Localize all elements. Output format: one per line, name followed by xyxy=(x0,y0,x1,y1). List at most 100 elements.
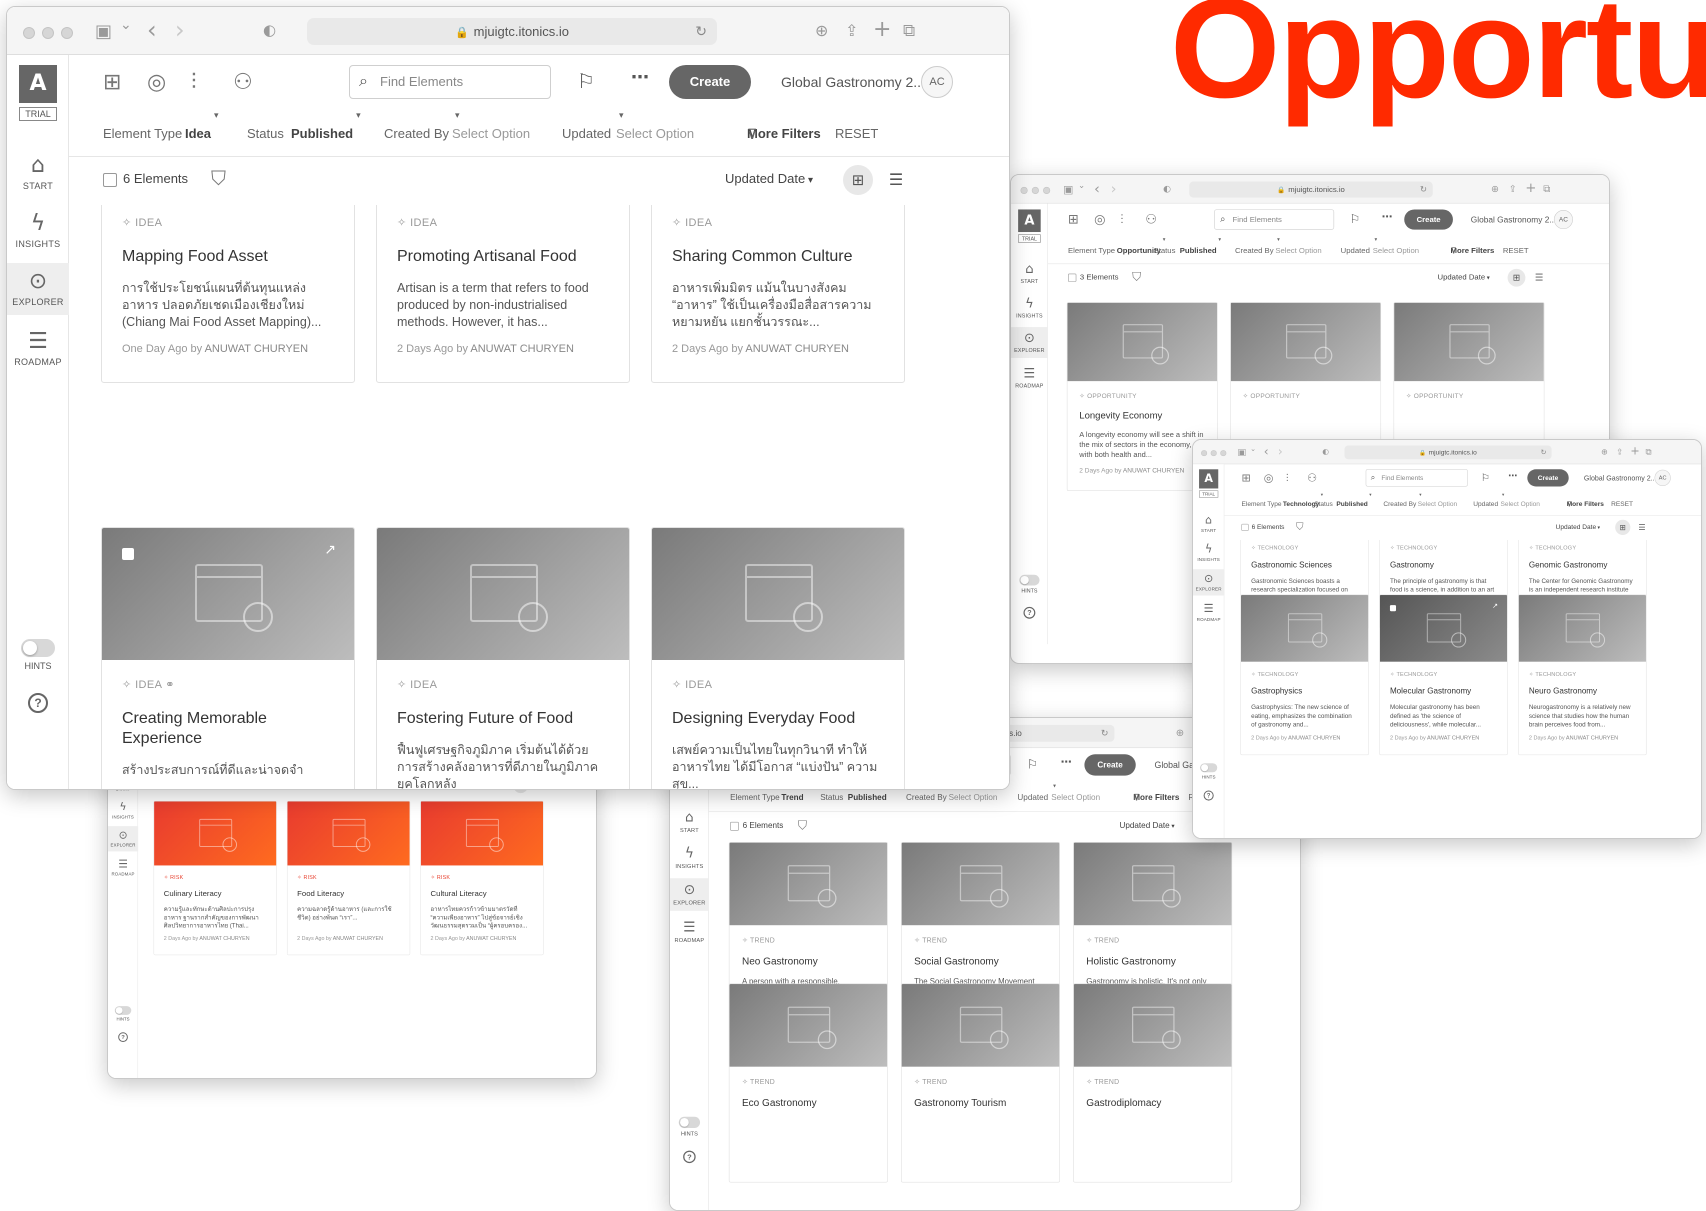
expand-icon[interactable]: ↗ xyxy=(324,542,336,558)
hints-toggle[interactable] xyxy=(678,1116,701,1129)
status-select[interactable]: Published▾ xyxy=(1180,237,1221,264)
app-logo[interactable]: A xyxy=(1199,469,1219,489)
window-controls[interactable] xyxy=(1020,186,1055,197)
element-card[interactable]: ✧ TREND Eco Gastronomy xyxy=(728,983,888,1183)
help-icon[interactable]: ? xyxy=(1203,790,1214,801)
card-title[interactable]: Gastrophysics xyxy=(1251,686,1358,696)
more-icon[interactable]: ⋯ xyxy=(1061,756,1072,769)
sidebar-item-start[interactable]: ⌂START xyxy=(1011,258,1048,289)
element-card[interactable]: ↗ ✧ TECHNOLOGY Molecular Gastronomy Molecul… xyxy=(1379,594,1508,756)
minimize-dot[interactable] xyxy=(1031,186,1039,195)
grid-view-icon[interactable]: ⊞ xyxy=(843,165,873,195)
element-card[interactable]: ✧ IDEA Promoting Artisanal Food Artisan is… xyxy=(376,205,630,383)
more-icon[interactable]: ⋯ xyxy=(631,67,649,88)
grid-view-icon[interactable]: ⊞ xyxy=(1507,268,1526,287)
more-filters-button[interactable]: ⊽ More Filters xyxy=(1567,493,1604,516)
share-icon[interactable]: ⇪ xyxy=(1616,447,1623,457)
grid-icon[interactable]: ⊞ xyxy=(1068,212,1079,227)
hints-toggle[interactable] xyxy=(1019,574,1040,586)
sidebar-icon[interactable]: ▣ xyxy=(1237,447,1246,458)
network-icon[interactable]: ⚇ xyxy=(1307,472,1317,485)
sidebar-item-explorer[interactable]: ⊙ EXPLORER xyxy=(1193,569,1225,596)
sidebar-item-roadmap[interactable]: ☰ ROADMAP xyxy=(1193,600,1224,626)
hints-toggle[interactable] xyxy=(21,639,55,657)
element-card[interactable]: ✧ RISK Food Literacy ความฉลาดรู้ด้านอาหาร … xyxy=(286,800,411,956)
chevron-down-icon[interactable]: ⌄ xyxy=(120,17,132,33)
avatar[interactable]: AC xyxy=(1654,469,1671,486)
chart-icon[interactable]: ⫶ xyxy=(191,70,197,96)
select-all-checkbox[interactable] xyxy=(103,173,117,187)
element-card[interactable]: ✧ RISK Culinary Literacy ความรู้และทักษะด้… xyxy=(153,800,277,956)
hints-toggle[interactable] xyxy=(1200,763,1218,773)
more-filters-button[interactable]: ⊽ More Filters xyxy=(1133,783,1179,812)
reload-icon[interactable]: ↻ xyxy=(1541,446,1547,460)
tag-icon[interactable]: ⛉ xyxy=(1132,269,1141,283)
more-filters-button[interactable]: ⊽ More Filters xyxy=(747,111,821,157)
sort-dropdown[interactable]: Updated Date ▾ xyxy=(1437,272,1489,281)
card-title[interactable]: Sharing Common Culture xyxy=(672,247,884,267)
reload-icon[interactable]: ↻ xyxy=(1101,725,1108,742)
sidebar-icon[interactable]: ▣ xyxy=(95,21,112,42)
tabs-icon[interactable]: ⧉ xyxy=(1543,183,1550,195)
bookmark-icon[interactable]: ⚐ xyxy=(1350,212,1361,226)
sidebar-item-start[interactable]: ⌂START xyxy=(7,147,69,199)
radar-icon[interactable]: ◎ xyxy=(147,70,166,96)
download-icon[interactable]: ⊕ xyxy=(1601,447,1608,457)
window-controls[interactable] xyxy=(23,26,80,44)
tabs-icon[interactable]: ⧉ xyxy=(903,21,915,41)
sidebar-item-insights[interactable]: ϟ INSIGHTS xyxy=(1193,540,1224,566)
more-filters-button[interactable]: ⊽ More Filters xyxy=(1451,237,1495,264)
download-icon[interactable]: ⊕ xyxy=(1176,727,1184,739)
search-input[interactable]: Find Elements xyxy=(349,65,551,99)
element-card[interactable]: ✧ TECHNOLOGY Neuro Gastronomy Neurogastron… xyxy=(1518,594,1647,756)
minimize-dot[interactable] xyxy=(42,27,54,39)
card-title[interactable]: Creating Memorable Experience xyxy=(122,709,334,749)
card-select-checkbox[interactable] xyxy=(122,548,134,560)
shield-icon[interactable]: ◐ xyxy=(1322,447,1329,456)
tabs-icon[interactable]: ⧉ xyxy=(1645,447,1651,457)
forward-icon[interactable]: › xyxy=(1278,445,1283,459)
close-dot[interactable] xyxy=(23,27,35,39)
close-dot[interactable] xyxy=(1020,186,1028,195)
card-title[interactable]: Neo Gastronomy xyxy=(742,956,875,969)
zoom-dot[interactable] xyxy=(1043,186,1051,195)
list-view-icon[interactable]: ☰ xyxy=(1530,269,1548,287)
sidebar-item-roadmap[interactable]: ☰ ROADMAP xyxy=(108,855,138,880)
grid-icon[interactable]: ⊞ xyxy=(103,70,121,96)
search-input[interactable]: Find Elements xyxy=(1214,209,1335,230)
window-controls[interactable] xyxy=(1201,450,1230,459)
sidebar-item-roadmap[interactable]: ☰ ROADMAP xyxy=(1011,363,1048,394)
sidebar-item-explorer[interactable]: ⊙ EXPLORER xyxy=(1011,327,1048,358)
reload-icon[interactable]: ↻ xyxy=(1420,182,1427,198)
create-button[interactable]: Create xyxy=(1527,469,1569,487)
plus-icon[interactable]: + xyxy=(1525,181,1536,196)
download-icon[interactable]: ⊕ xyxy=(1491,183,1499,194)
app-logo[interactable]: A xyxy=(1018,209,1041,233)
sidebar-item-insights[interactable]: ϟ INSIGHTS xyxy=(108,798,138,823)
plus-icon[interactable]: + xyxy=(873,17,891,42)
app-logo[interactable]: A xyxy=(19,65,57,103)
element-card[interactable]: ✧ IDEA Designing Everyday Food เสพย์ความเป… xyxy=(651,527,905,789)
card-title[interactable]: Mapping Food Asset xyxy=(122,247,334,267)
shield-icon[interactable]: ◐ xyxy=(1163,183,1171,194)
shield-icon[interactable]: ◐ xyxy=(263,21,276,39)
tag-icon[interactable]: ⛉ xyxy=(1296,520,1304,532)
element-type-select[interactable]: Idea ▾ xyxy=(185,111,219,157)
card-title[interactable]: Gastronomic Sciences xyxy=(1251,560,1358,570)
sidebar-item-start[interactable]: ⌂START xyxy=(1193,511,1224,537)
sidebar-item-roadmap[interactable]: ☰ ROADMAP xyxy=(7,323,69,375)
sort-dropdown[interactable]: Updated Date ▾ xyxy=(1119,821,1174,830)
share-icon[interactable]: ⇪ xyxy=(1509,183,1517,194)
create-button[interactable]: Create xyxy=(669,65,751,99)
forward-icon[interactable]: › xyxy=(1111,180,1117,197)
card-title[interactable]: Fostering Future of Food xyxy=(397,709,609,729)
sidebar-item-insights[interactable]: ϟ INSIGHTS xyxy=(1011,293,1048,324)
element-card[interactable]: ✧ TREND Gastrodiplomacy xyxy=(1073,983,1233,1183)
avatar[interactable]: AC xyxy=(921,66,953,98)
card-title[interactable]: Gastronomy Tourism xyxy=(914,1097,1047,1110)
download-icon[interactable]: ⊕ xyxy=(815,21,828,40)
select-all-checkbox[interactable] xyxy=(730,821,739,831)
element-card[interactable]: ✧ IDEA Sharing Common Culture อาหารเพิ่มมิ… xyxy=(651,205,905,383)
workspace-name[interactable]: Global Gastronomy 2... xyxy=(1471,215,1557,225)
close-dot[interactable] xyxy=(1201,450,1208,457)
